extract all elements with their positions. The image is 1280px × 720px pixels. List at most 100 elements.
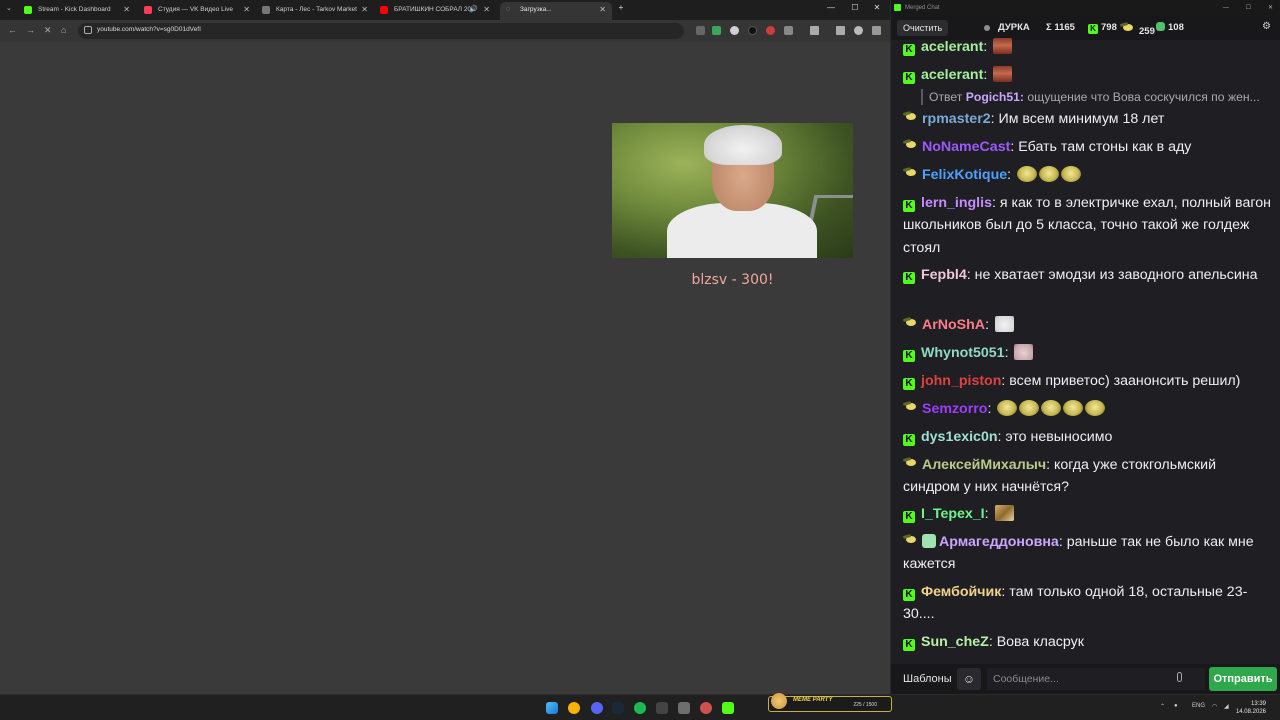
clock[interactable]: 13:39 14.08.2026 — [1236, 700, 1266, 716]
chat-window-title: Merged Chat — [905, 5, 940, 11]
home-icon[interactable]: ⌂ — [61, 25, 66, 35]
chat-username[interactable]: Fepbl4 — [921, 267, 967, 283]
send-button[interactable]: Отправить — [1209, 667, 1277, 691]
maximize-button[interactable]: ☐ — [848, 3, 862, 12]
spotify-icon[interactable] — [634, 702, 646, 714]
menu-icon[interactable] — [872, 26, 881, 35]
separator: : — [987, 401, 996, 417]
maximize-button[interactable]: ☐ — [1246, 0, 1251, 16]
close-icon[interactable]: ✕ — [243, 2, 250, 18]
close-icon[interactable]: ✕ — [123, 2, 130, 18]
kick-icon: K — [903, 511, 915, 523]
close-icon[interactable]: ✕ — [483, 2, 490, 18]
twitch-emote-icon — [1120, 22, 1135, 34]
mic-icon[interactable] — [1177, 672, 1182, 682]
frog-emote-icon — [1019, 400, 1040, 416]
minimize-button[interactable]: — — [1223, 0, 1229, 16]
clear-button[interactable]: Очистить — [897, 20, 949, 36]
tab-loading[interactable]: ◌ Загрузка... ✕ — [500, 2, 612, 20]
chat-username[interactable]: АлексейМихалыч — [922, 457, 1046, 473]
app-icon[interactable] — [678, 702, 690, 714]
profile-icon[interactable] — [854, 26, 863, 35]
back-icon[interactable]: ← — [8, 25, 17, 35]
stream-name: ДУРКА — [998, 22, 1030, 33]
extension-icon[interactable] — [766, 26, 775, 35]
templates-button[interactable]: Шаблоны — [897, 669, 958, 689]
chat-username[interactable]: FelixKotique — [922, 167, 1007, 183]
chat-username[interactable]: Semzorro — [922, 401, 987, 417]
app-icon[interactable] — [700, 702, 712, 714]
tab-youtube-video[interactable]: БРАТИШКИН СОБРАЛ 20 🔊 ✕ — [374, 2, 496, 20]
chat-username[interactable]: Фембойчик — [921, 584, 1001, 600]
extension-icon[interactable] — [730, 26, 739, 35]
chat-username[interactable]: Армагеддоновна — [939, 534, 1059, 550]
extension-icon[interactable] — [712, 26, 721, 35]
discord-icon[interactable] — [591, 702, 603, 714]
new-tab-button[interactable]: + — [614, 3, 628, 12]
meme-party-widget[interactable]: MEME PARTY 225 / 1500 — [768, 693, 892, 712]
message-input[interactable] — [987, 668, 1205, 690]
chat-message: ArNoShA: — [903, 314, 1271, 336]
chat-message: NoNameCast: Ебать там стоны как в аду — [903, 136, 1271, 158]
frog-emote-icon — [1085, 400, 1106, 416]
download-icon[interactable] — [810, 26, 819, 35]
reply-user[interactable]: Pogich51: — [966, 90, 1024, 104]
mic-icon[interactable]: ● — [1174, 703, 1178, 709]
chat-username[interactable]: rpmaster2 — [922, 111, 991, 127]
chrome-icon[interactable] — [568, 702, 580, 714]
speaker-icon[interactable]: 🔊 — [469, 2, 478, 18]
gear-icon[interactable]: ⚙ — [1262, 21, 1271, 32]
steam-icon[interactable] — [612, 702, 624, 714]
stop-loading-icon[interactable]: ✕ — [44, 25, 52, 36]
chat-username[interactable]: dys1exic0n — [921, 429, 998, 445]
site-info-icon[interactable] — [84, 26, 92, 34]
chat-username[interactable]: NoNameCast — [922, 139, 1010, 155]
chat-message: FelixKotique: — [903, 164, 1271, 186]
close-button[interactable]: ✕ — [1268, 0, 1273, 16]
address-bar[interactable]: youtube.com/watch?v=sg0D01dVefI — [78, 23, 684, 39]
donation-caption: blzsv - 300! — [691, 272, 774, 288]
kick-icon[interactable] — [722, 702, 734, 714]
forward-icon[interactable]: → — [26, 25, 35, 35]
tab-search-icon[interactable]: ⌄ — [6, 4, 12, 12]
chat-message: АлексейМихалыч: когда уже стокгольмский … — [903, 454, 1271, 499]
separator: : — [984, 506, 993, 522]
puzzle-icon[interactable] — [784, 26, 793, 35]
minimize-button[interactable]: — — [824, 3, 838, 12]
kick-icon — [24, 6, 32, 14]
emoji-button[interactable]: ☺ — [957, 668, 981, 690]
obs-icon[interactable] — [656, 702, 668, 714]
chat-username[interactable]: Whynot5051 — [921, 345, 1005, 361]
extension-icon[interactable] — [696, 26, 705, 35]
chat-username[interactable]: acelerant — [921, 39, 983, 55]
windows-start-icon[interactable] — [546, 702, 558, 714]
kick-icon: K — [903, 72, 915, 84]
chat-username[interactable]: john_piston — [921, 373, 1001, 389]
tab-tarkov-market[interactable]: Карта - Лес - Tarkov Market ✕ — [256, 2, 374, 20]
extension-icon[interactable] — [748, 26, 757, 35]
close-icon[interactable]: ✕ — [361, 2, 368, 18]
sidebar-icon[interactable] — [836, 26, 845, 35]
chat-username[interactable]: Sun_cheZ — [921, 634, 989, 650]
wifi-icon[interactable]: ◠ — [1212, 703, 1217, 710]
reply-text: ощущение что Вова соскучился по жен... — [1024, 90, 1260, 104]
close-button[interactable]: ✕ — [870, 3, 884, 12]
separator: : — [1046, 457, 1054, 473]
separator: : — [1058, 534, 1067, 550]
loading-icon: ◌ — [506, 6, 511, 13]
tab-kick-dashboard[interactable]: Stream - Kick Dashboard ✕ — [18, 2, 136, 20]
language-indicator[interactable]: ENG — [1192, 703, 1205, 709]
status-dot-icon — [984, 25, 990, 31]
chat-username[interactable]: lern_inglis — [921, 195, 992, 211]
chat-username[interactable]: ArNoShA — [922, 317, 985, 333]
chevron-up-icon[interactable]: ⌃ — [1160, 703, 1165, 710]
tarkov-icon — [262, 6, 270, 14]
chat-username[interactable]: I_Tepex_I — [921, 506, 985, 522]
clock-time: 13:39 — [1250, 701, 1266, 707]
lips-emote-icon — [993, 38, 1013, 54]
tab-vk-studio[interactable]: Студия — VK Видео Live ✕ — [138, 2, 256, 20]
volume-icon[interactable]: ◢ — [1224, 703, 1229, 710]
total-viewers: Σ 1165 — [1046, 22, 1075, 33]
chat-username[interactable]: acelerant — [921, 67, 983, 83]
close-icon[interactable]: ✕ — [599, 2, 606, 18]
